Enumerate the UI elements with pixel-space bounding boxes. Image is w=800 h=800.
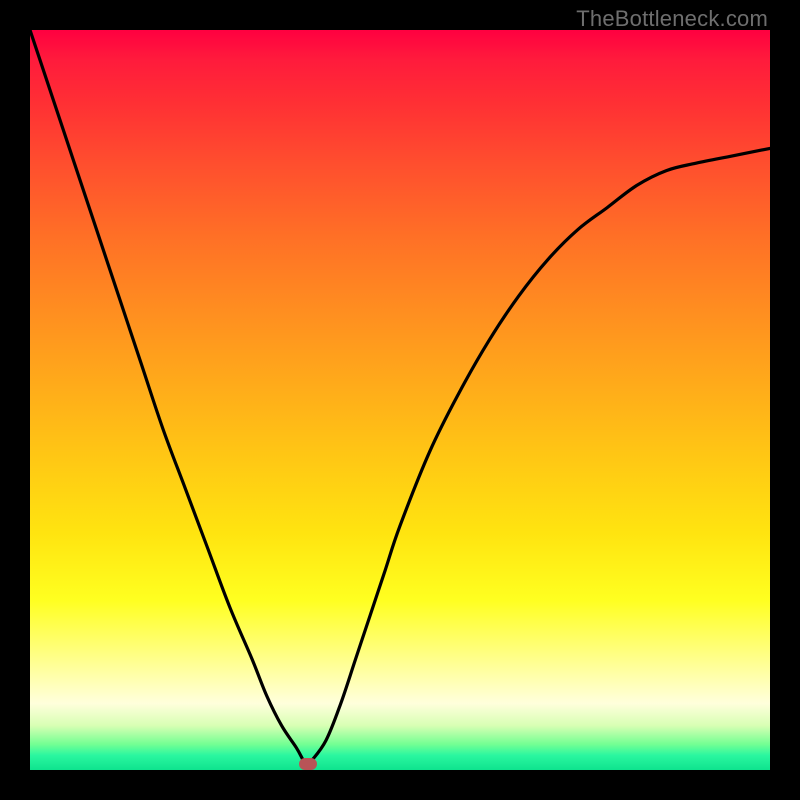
bottleneck-curve xyxy=(30,30,770,770)
chart-frame: TheBottleneck.com xyxy=(0,0,800,800)
plot-area xyxy=(30,30,770,770)
watermark-text: TheBottleneck.com xyxy=(576,6,768,32)
optimum-marker xyxy=(299,758,317,770)
